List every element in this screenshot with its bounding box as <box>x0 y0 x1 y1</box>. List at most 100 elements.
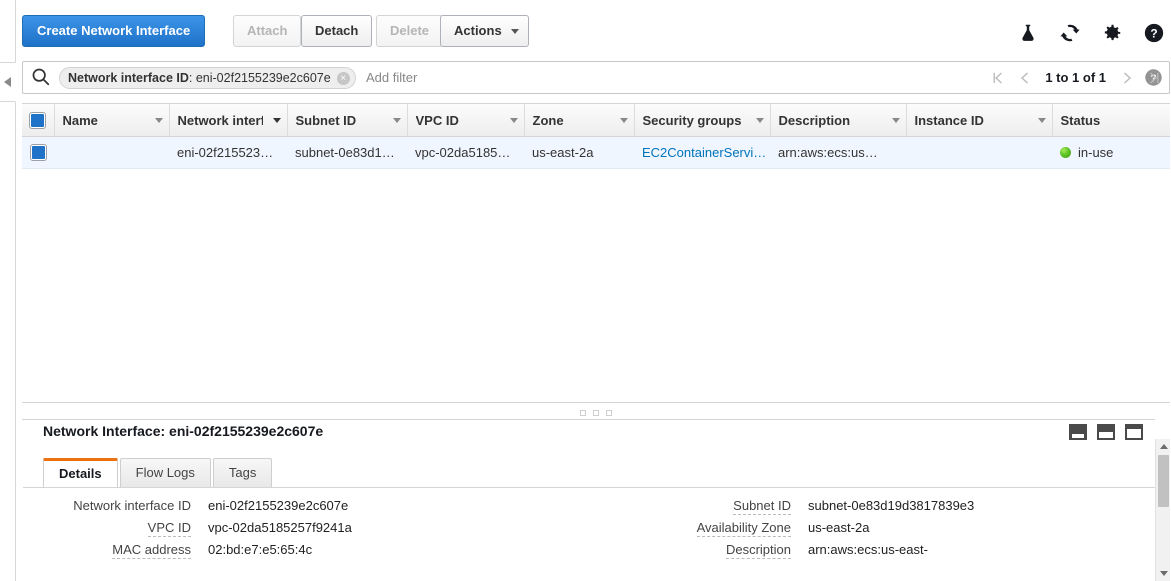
cell-network-interface-id: eni-02f215523… <box>169 136 287 169</box>
filter-token-value: eni-02f2155239e2c607e <box>195 71 331 85</box>
field-subnet-id: Subnet ID subnet-0e83d19d3817839e3 <box>622 498 1152 515</box>
column-header-security-groups[interactable]: Security groups <box>634 104 771 137</box>
delete-button[interactable]: Delete <box>376 15 444 47</box>
column-header-network-interface-id[interactable]: Network interfa <box>169 104 288 137</box>
column-label: Zone <box>532 112 564 128</box>
scroll-up-button[interactable] <box>1156 439 1171 454</box>
select-all-header[interactable] <box>22 104 55 137</box>
column-label: VPC ID <box>415 112 459 128</box>
last-page-button[interactable] <box>1140 61 1167 94</box>
field-vpc-id: VPC ID vpc-02da5185257f9241a <box>22 520 582 537</box>
field-mac-address: MAC address 02:bd:e7:e5:65:4c <box>22 542 582 559</box>
cell-vpc-id: vpc-02da5185… <box>407 136 524 169</box>
gear-icon[interactable] <box>1101 22 1123 44</box>
chevron-down-icon[interactable] <box>1037 118 1046 123</box>
chevron-down-icon[interactable] <box>619 118 628 123</box>
tab-details[interactable]: Details <box>43 458 118 488</box>
detail-panel-title: Network Interface: eni-02f2155239e2c607e <box>43 423 324 439</box>
layout-bottom-icon[interactable] <box>1069 424 1087 440</box>
row-checkbox[interactable] <box>30 145 46 161</box>
field-availability-zone: Availability Zone us-east-2a <box>622 520 1152 537</box>
next-page-button[interactable] <box>1113 61 1140 94</box>
field-value: subnet-0e83d19d3817839e3 <box>808 498 975 513</box>
active-filter-token[interactable]: Network interface ID: eni-02f2155239e2c6… <box>59 67 356 89</box>
column-header-zone[interactable]: Zone <box>524 104 635 137</box>
column-header-name[interactable]: Name <box>54 104 170 137</box>
cell-subnet-id: subnet-0e83d1… <box>287 136 407 169</box>
security-group-link[interactable]: EC2ContainerServi… <box>642 145 766 160</box>
field-value: 02:bd:e7:e5:65:4c <box>208 542 313 557</box>
detail-fields-area: Network interface ID eni-02f2155239e2c60… <box>22 488 1153 581</box>
column-label: Status <box>1060 112 1101 128</box>
detach-button[interactable]: Detach <box>301 15 373 47</box>
status-indicator-icon <box>1060 146 1071 158</box>
collapse-nav-button[interactable] <box>0 62 16 102</box>
chevron-down-icon[interactable] <box>509 118 518 123</box>
first-page-icon <box>993 71 1002 84</box>
field-label: VPC ID <box>147 520 191 537</box>
layout-full-icon[interactable] <box>1125 424 1143 440</box>
chevron-down-icon <box>510 29 519 34</box>
row-select-cell[interactable] <box>22 136 54 169</box>
actions-label: Actions <box>454 23 502 38</box>
scroll-down-button[interactable] <box>1156 566 1171 581</box>
panel-resize-handle[interactable] <box>22 407 1170 419</box>
cell-instance-id <box>906 136 1052 169</box>
field-label: Availability Zone <box>696 520 791 537</box>
cell-description: arn:aws:ecs:us… <box>770 136 906 169</box>
aws-ec2-network-interfaces-page: Create Network Interface Attach Detach D… <box>0 0 1171 581</box>
field-value: us-east-2a <box>808 520 870 535</box>
cell-zone: us-east-2a <box>524 136 634 169</box>
field-label: Network interface ID <box>73 498 191 513</box>
resize-grip-icon <box>580 410 612 416</box>
column-header-instance-id[interactable]: Instance ID <box>906 104 1053 137</box>
tab-tags[interactable]: Tags <box>212 458 273 488</box>
chevron-down-icon[interactable] <box>154 118 163 123</box>
chevron-up-icon <box>1159 444 1168 449</box>
svg-text:?: ? <box>1150 27 1157 41</box>
flask-icon[interactable] <box>1017 22 1039 44</box>
detail-tabs: Details Flow Logs Tags <box>43 458 274 488</box>
prev-page-button[interactable] <box>1011 61 1038 94</box>
first-page-button[interactable] <box>984 61 1011 94</box>
chevron-down-icon[interactable] <box>755 118 764 123</box>
attach-button[interactable]: Attach <box>233 15 302 47</box>
chevron-down-icon[interactable] <box>392 118 401 123</box>
status-badge: in-use <box>1078 144 1114 160</box>
search-icon <box>31 67 53 89</box>
layout-split-icon[interactable] <box>1097 424 1115 440</box>
column-header-subnet-id[interactable]: Subnet ID <box>287 104 408 137</box>
chevron-down-icon <box>1159 571 1168 576</box>
field-value: vpc-02da5185257f9241a <box>208 520 352 535</box>
select-all-checkbox[interactable] <box>30 112 46 128</box>
chevron-down-icon[interactable] <box>272 118 281 123</box>
last-page-icon <box>1149 71 1159 84</box>
column-header-vpc-id[interactable]: VPC ID <box>407 104 525 137</box>
network-interfaces-table: Name Network interfa Subnet ID VPC <box>22 103 1170 403</box>
chevron-down-icon[interactable] <box>891 118 900 123</box>
help-icon[interactable]: ? <box>1143 22 1165 44</box>
column-label: Name <box>62 112 98 128</box>
table-row[interactable]: eni-02f215523… subnet-0e83d1… vpc-02da51… <box>22 136 1170 169</box>
refresh-icon[interactable] <box>1059 22 1081 44</box>
field-description: Description arn:aws:ecs:us-east- <box>622 542 1152 559</box>
detail-top-divider <box>22 419 1155 420</box>
column-label: Description <box>778 112 851 128</box>
detail-panel-scrollbar[interactable] <box>1155 439 1170 581</box>
column-header-description[interactable]: Description <box>770 104 907 137</box>
cell-security-groups[interactable]: EC2ContainerServi… <box>634 136 770 169</box>
actions-menu-button[interactable]: Actions <box>440 15 529 47</box>
page-toolbar: Create Network Interface Attach Detach D… <box>17 0 1171 56</box>
pagination-range-label: 1 to 1 of 1 <box>1045 70 1106 85</box>
field-label: MAC address <box>112 542 191 559</box>
field-value: eni-02f2155239e2c607e <box>208 498 349 513</box>
add-filter-input[interactable]: Add filter <box>366 70 417 85</box>
field-network-interface-id: Network interface ID eni-02f2155239e2c60… <box>22 498 582 513</box>
field-label: Subnet ID <box>733 498 791 515</box>
create-network-interface-button[interactable]: Create Network Interface <box>22 15 206 47</box>
filter-token-clear-icon[interactable]: × <box>336 72 350 85</box>
main-content: Create Network Interface Attach Detach D… <box>17 0 1171 581</box>
column-header-status[interactable]: Status <box>1052 104 1170 137</box>
tab-flow-logs[interactable]: Flow Logs <box>119 458 211 488</box>
scrollbar-thumb[interactable] <box>1158 455 1169 507</box>
